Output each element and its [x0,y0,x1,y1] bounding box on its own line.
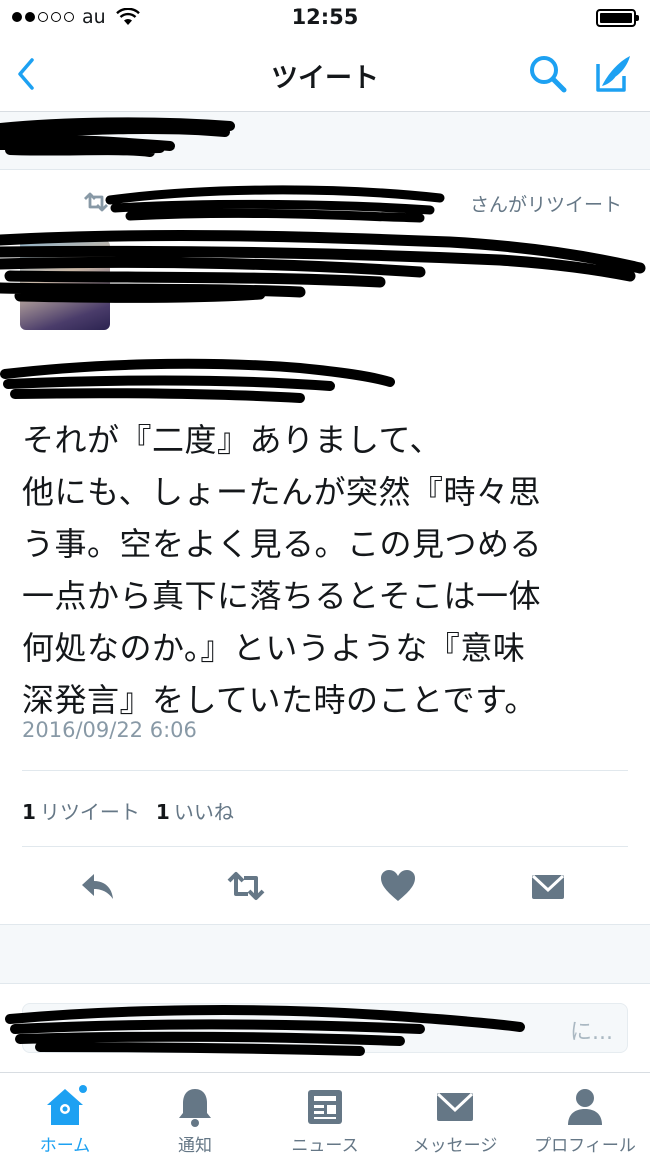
like-heart-icon[interactable] [378,866,418,906]
conversation-context-band [0,112,650,170]
retweeted-by-line[interactable]: さんがリツイート [82,188,622,218]
tab-profile[interactable]: プロフィール [520,1081,650,1156]
tab-label: ニュース [291,1136,359,1156]
tab-label: 通知 [178,1136,212,1156]
tab-label: ホーム [39,1136,91,1156]
search-icon[interactable] [526,52,570,96]
divider [22,846,628,847]
tweet-text-line: それが『二度』ありまして、 [22,421,442,459]
engagement-stats: 1 リツイート 1 いいね [22,796,234,825]
tweet-text: それが『二度』ありまして、 他にも、しょーたんが突然『時々思 う事。空をよく見る… [22,414,622,726]
retweet-stat-label: リツイート [39,800,140,824]
author-avatar[interactable] [20,240,110,330]
status-bar: au 12:55 [0,0,650,36]
divider [22,770,628,771]
battery-icon [596,9,639,27]
reply-composer: に... [0,985,650,1067]
person-icon [568,1089,602,1125]
reply-icon[interactable] [78,866,118,906]
news-icon [308,1090,342,1124]
navigation-bar: ツイート [0,36,650,112]
tweet-action-bar [0,862,650,906]
like-stat-label: いいね [173,800,234,824]
tweet-timestamp: 2016/09/22 6:06 [22,718,197,742]
tab-bar: ホーム 通知 ニュース メッセージ プロフィール [0,1072,650,1156]
status-time: 12:55 [291,5,359,29]
more-options-chevron-icon[interactable]: ⌄ [606,258,623,282]
retweet-icon[interactable] [226,866,266,906]
tab-label: プロフィール [534,1136,636,1156]
home-icon [47,1085,87,1125]
direct-message-icon[interactable] [528,866,568,906]
retweet-icon [84,192,108,212]
tweet-text-line: う事。空をよく見る。この見つめる [22,525,543,563]
separator-band [0,924,650,984]
tab-label: メッセージ [412,1136,498,1156]
envelope-icon [436,1092,474,1121]
tab-news[interactable]: ニュース [260,1081,390,1156]
reply-input[interactable]: に... [22,1003,628,1053]
tweet-text-line: 一点から真下に落ちるとそこは一体 [22,577,542,615]
tweet-text-line: 他にも、しょーたんが突然『時々思 [22,473,542,511]
compose-tweet-icon[interactable] [588,50,636,98]
tab-messages[interactable]: メッセージ [390,1081,520,1156]
bell-icon [179,1089,211,1127]
like-stat[interactable]: 1 いいね [156,796,234,825]
retweet-count: 1 [22,800,36,824]
like-count: 1 [155,800,170,824]
tweet-text-line: 何処なのか。』というような『意味 [22,629,526,667]
retweeted-by-label: さんがリツイート [469,194,622,216]
retweet-stat[interactable]: 1 リツイート [22,796,140,825]
tab-notifications[interactable]: 通知 [130,1081,260,1156]
tab-home[interactable]: ホーム [0,1081,130,1156]
reply-placeholder: に... [570,1020,613,1045]
